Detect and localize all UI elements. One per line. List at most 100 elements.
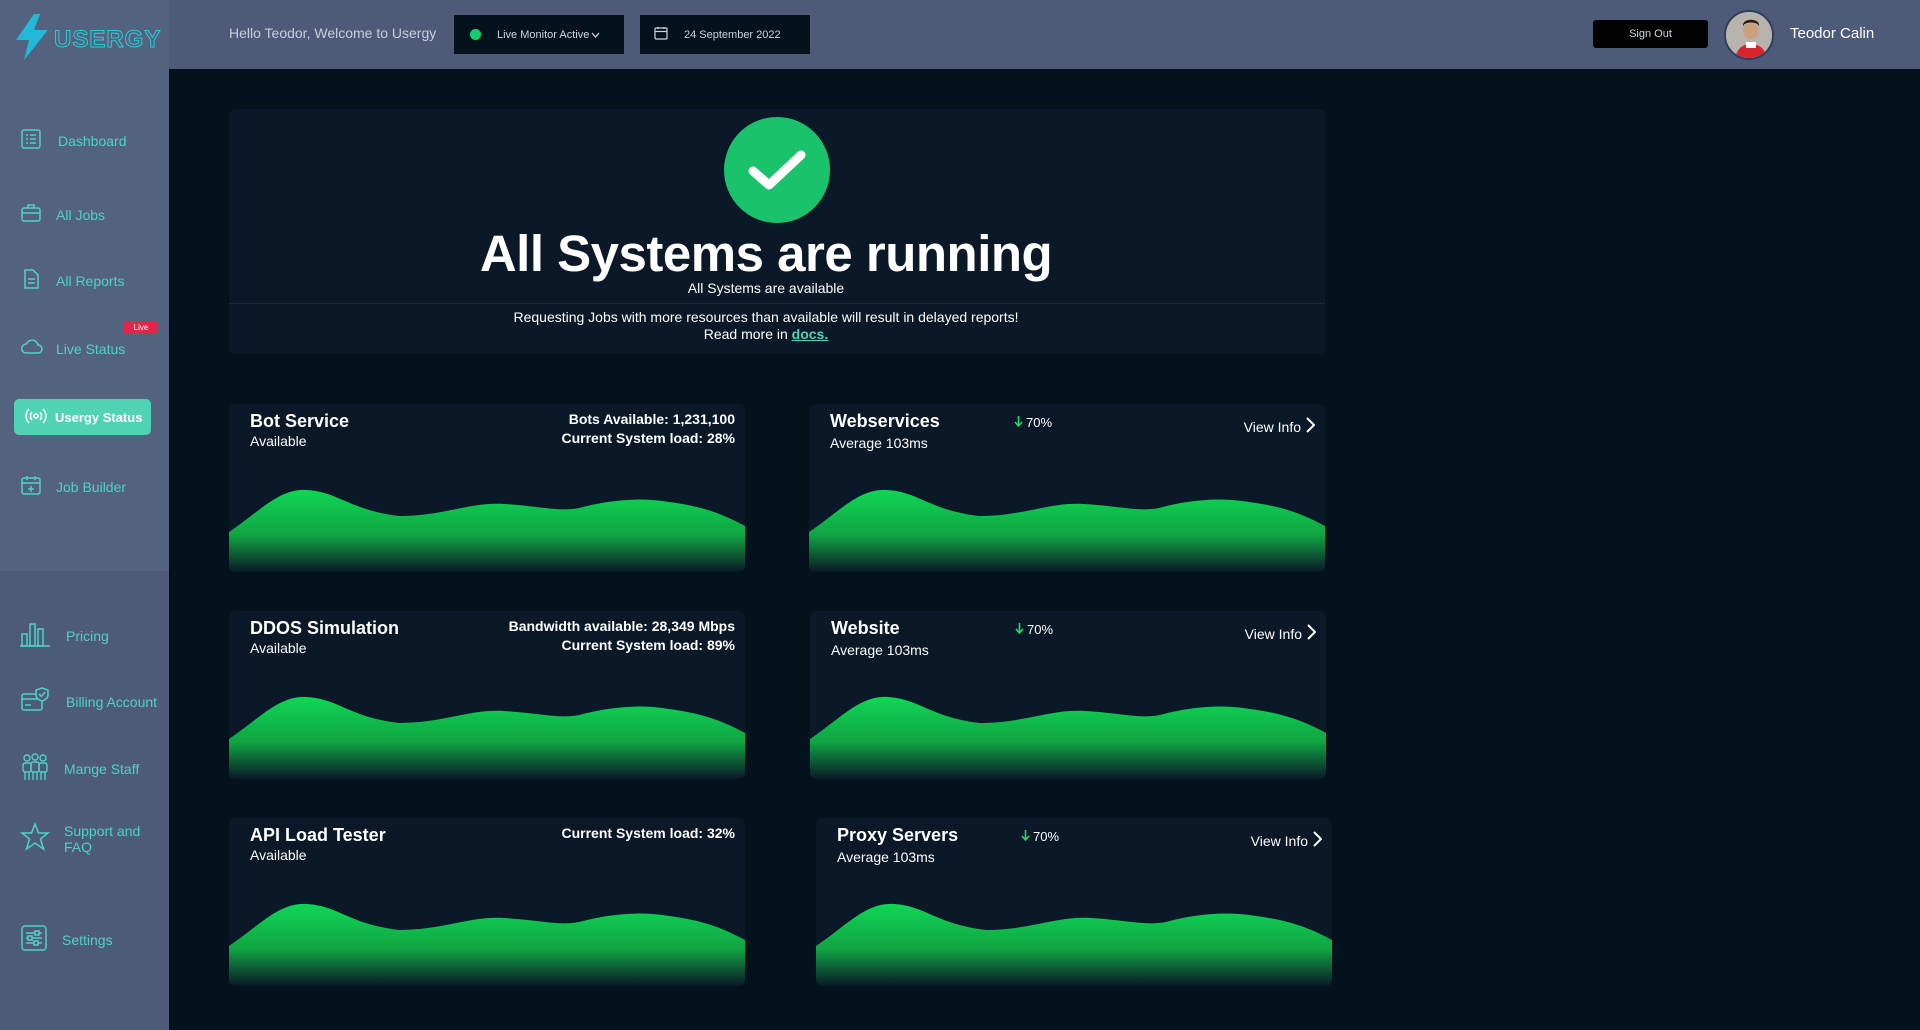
status-title: All Systems are running: [479, 225, 1053, 282]
status-note-line: Read more in docs.: [229, 326, 1303, 343]
trend-value: 70%: [1027, 622, 1054, 637]
sidebar-item-label: Dashboard: [58, 132, 127, 149]
arrow-down-icon: [1021, 829, 1033, 844]
sidebar-item-dashboard[interactable]: Dashboard: [20, 128, 127, 153]
load-wave-graphic: [229, 696, 745, 779]
view-info-link[interactable]: View Info: [1244, 624, 1317, 643]
cloud-icon: [20, 336, 44, 361]
load-wave-graphic: [810, 696, 1326, 779]
card-title: Website: [831, 618, 900, 638]
sidebar-item-job-builder[interactable]: Job Builder: [20, 474, 126, 499]
view-info-label: View Info: [1244, 625, 1302, 642]
logo[interactable]: USERGY: [14, 14, 161, 65]
card-metric: Current System load: 28%: [561, 430, 736, 446]
docs-link[interactable]: docs.: [792, 326, 829, 342]
sign-out-button[interactable]: Sign Out: [1593, 20, 1708, 48]
view-info-label: View Info: [1250, 832, 1308, 849]
sidebar-item-label: Billing Account: [66, 693, 158, 710]
chevron-right-icon: [1308, 831, 1323, 850]
read-more-text: Read more in: [703, 326, 788, 342]
load-wave-graphic: [229, 489, 745, 572]
service-card-api-load-tester[interactable]: API Load Tester Available Current System…: [229, 818, 745, 986]
status-note-line: Requesting Jobs with more resources than…: [513, 309, 1019, 325]
service-card-webservices[interactable]: Webservices 70% Average 103ms View Info: [809, 404, 1325, 572]
card-average: Average 103ms: [831, 642, 929, 658]
status-dot-icon: [470, 29, 481, 40]
live-badge: Live: [124, 321, 158, 334]
sidebar-item-label: Job Builder: [56, 478, 127, 495]
sidebar-item-label: All Jobs: [56, 206, 106, 223]
lightning-bolt-icon: [14, 14, 50, 65]
bar-chart-icon: [20, 620, 50, 651]
logo-text: USERGY: [53, 25, 162, 53]
document-icon: [20, 268, 42, 293]
sidebar-item-label: Settings: [62, 931, 113, 948]
sidebar: USERGY Dashboard All Jobs All Reports Li…: [0, 0, 169, 1030]
briefcase-icon: [20, 202, 42, 227]
greeting-text: Hello Teodor, Welcome to Usergy: [229, 25, 437, 41]
load-wave-graphic: [816, 903, 1332, 986]
top-header: Hello Teodor, Welcome to Usergy Live Mon…: [169, 0, 1920, 69]
service-card-proxy-servers[interactable]: Proxy Servers 70% Average 103ms View Inf…: [816, 818, 1332, 986]
calendar-icon: [654, 26, 684, 43]
card-metrics: Bandwidth available: 28,349 Mbps Current…: [509, 617, 735, 655]
load-wave-graphic: [809, 489, 1325, 572]
view-info-label: View Info: [1243, 418, 1301, 435]
card-trend: 70%: [1015, 622, 1053, 637]
sidebar-item-label: Live Status: [56, 340, 126, 357]
date-label: 24 September 2022: [684, 28, 781, 41]
calendar-plus-icon: [20, 474, 42, 499]
sidebar-item-pricing[interactable]: Pricing: [20, 620, 109, 651]
check-circle-icon: [724, 117, 830, 223]
card-status: Available: [250, 640, 307, 656]
card-status: Available: [250, 847, 307, 863]
system-status-panel: All Systems are running All Systems are …: [229, 109, 1325, 354]
card-average: Average 103ms: [830, 435, 928, 451]
avatar[interactable]: [1724, 10, 1774, 60]
trend-value: 70%: [1026, 415, 1053, 430]
live-monitor-label: Live Monitor Active: [497, 28, 590, 41]
service-card-website[interactable]: Website 70% Average 103ms View Info: [810, 611, 1326, 779]
status-subtitle: All Systems are available: [687, 280, 845, 296]
service-card-ddos-simulation[interactable]: DDOS Simulation Available Bandwidth avai…: [229, 611, 745, 779]
card-average: Average 103ms: [837, 849, 935, 865]
view-info-link[interactable]: View Info: [1243, 417, 1316, 436]
billing-icon: [20, 686, 50, 717]
status-note: Requesting Jobs with more resources than…: [229, 309, 1303, 343]
trend-value: 70%: [1033, 829, 1060, 844]
card-trend: 70%: [1014, 415, 1052, 430]
card-status: Available: [250, 433, 307, 449]
sidebar-item-label: All Reports: [56, 272, 125, 289]
card-metric: Bots Available: 1,231,100: [568, 411, 735, 427]
sidebar-item-manage-staff[interactable]: Mange Staff: [20, 752, 139, 785]
staff-icon: [20, 752, 50, 785]
sidebar-item-support-faq[interactable]: Support and FAQ: [19, 821, 154, 855]
chevron-right-icon: [1301, 417, 1316, 436]
chevron-down-icon: [591, 29, 600, 41]
sidebar-item-billing-account[interactable]: Billing Account: [20, 686, 157, 717]
sidebar-item-live-status[interactable]: Live Status: [20, 336, 125, 361]
sidebar-item-settings[interactable]: Settings: [20, 924, 113, 955]
view-info-link[interactable]: View Info: [1250, 831, 1323, 850]
service-card-bot-service[interactable]: Bot Service Available Bots Available: 1,…: [229, 404, 745, 572]
sliders-icon: [20, 924, 48, 955]
star-icon: [19, 821, 51, 855]
card-metric: Bandwidth available: 28,349 Mbps: [508, 618, 735, 634]
card-metrics: Bots Available: 1,231,100 Current System…: [562, 410, 736, 448]
sidebar-item-usergy-status[interactable]: Usergy Status: [14, 399, 151, 435]
broadcast-icon: [25, 407, 47, 428]
card-metric: Current System load: 32%: [561, 825, 736, 841]
live-monitor-dropdown[interactable]: Live Monitor Active: [454, 15, 624, 54]
chevron-right-icon: [1302, 624, 1317, 643]
date-picker[interactable]: 24 September 2022: [640, 15, 810, 54]
sidebar-item-label: Pricing: [66, 627, 109, 644]
card-title: DDOS Simulation: [250, 618, 400, 638]
sidebar-item-label: Usergy Status: [55, 409, 143, 425]
sidebar-item-all-reports[interactable]: All Reports: [20, 268, 124, 293]
sidebar-item-all-jobs[interactable]: All Jobs: [20, 202, 105, 227]
card-title: API Load Tester: [250, 825, 386, 845]
user-name: Teodor Calin: [1790, 25, 1875, 42]
card-metric: Current System load: 89%: [561, 637, 736, 653]
card-title: Proxy Servers: [837, 825, 959, 845]
sidebar-item-label: Support and FAQ: [64, 822, 141, 855]
